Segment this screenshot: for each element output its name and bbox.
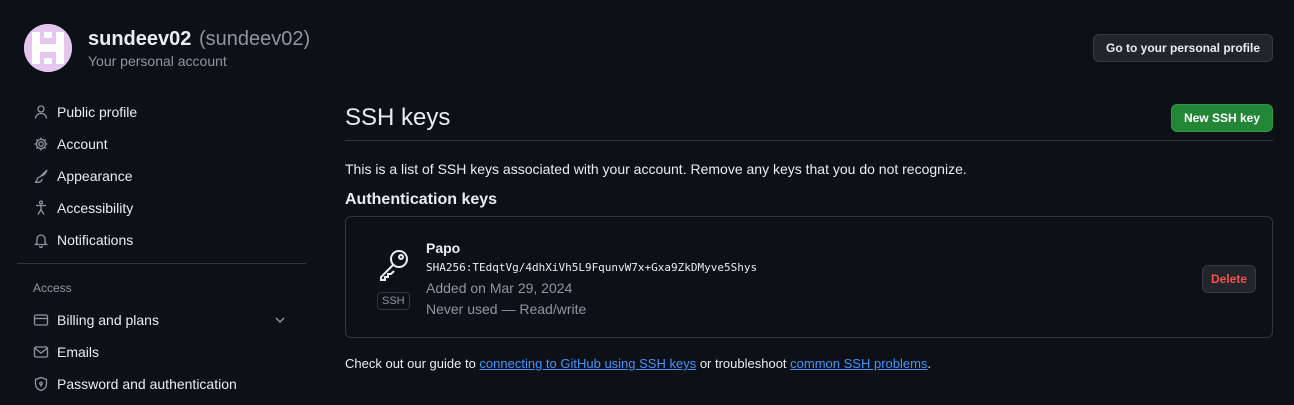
ssh-problems-link[interactable]: common SSH problems — [790, 356, 927, 371]
sidebar-item-label: Public profile — [57, 104, 138, 120]
page-title: SSH keys — [345, 104, 451, 131]
sidebar-item-public-profile[interactable]: Public profile — [17, 96, 306, 128]
key-icon — [377, 250, 411, 285]
key-info: Papo SHA256:TEdqtVg/4dhXiVh5L9FqunvW7x+G… — [426, 239, 757, 319]
authentication-keys-heading: Authentication keys — [345, 191, 498, 208]
chevron-down-icon[interactable] — [272, 312, 288, 328]
help-footer: Check out our guide to connecting to Git… — [345, 356, 1273, 371]
credit-card-icon — [33, 312, 49, 328]
shield-lock-icon — [33, 376, 49, 392]
sidebar-item-billing[interactable]: Billing and plans — [17, 304, 306, 336]
delete-key-button[interactable]: Delete — [1201, 265, 1256, 293]
sidebar-item-label: Password and authentication — [57, 376, 237, 392]
gear-icon — [33, 136, 49, 152]
user-handle: (sundeev02) — [198, 27, 311, 50]
sidebar-item-label: Account — [57, 136, 108, 152]
intro-text: This is a list of SSH keys associated wi… — [345, 161, 967, 177]
settings-sidebar: Public profile Account Appearance Access… — [17, 96, 306, 400]
ssh-keys-main: SSH keys New SSH key This is a list of S… — [345, 96, 1273, 371]
sidebar-divider — [17, 263, 306, 264]
footer-prefix: Check out our guide to — [345, 356, 480, 371]
sidebar-item-account[interactable]: Account — [17, 128, 306, 160]
avatar[interactable] — [24, 24, 72, 72]
mail-icon — [33, 344, 49, 360]
sidebar-item-label: Accessibility — [57, 200, 134, 216]
sidebar-item-accessibility[interactable]: Accessibility — [17, 192, 306, 224]
sidebar-item-label: Emails — [57, 344, 100, 360]
sidebar-item-appearance[interactable]: Appearance — [17, 160, 306, 192]
sidebar-item-label: Appearance — [57, 168, 133, 184]
key-name: Papo — [426, 240, 461, 256]
footer-middle: or troubleshoot — [696, 356, 791, 371]
personal-profile-button[interactable]: Go to your personal profile — [1092, 34, 1273, 62]
sidebar-item-emails[interactable]: Emails — [17, 336, 306, 368]
footer-suffix: . — [927, 356, 932, 371]
access-section-label: Access — [33, 281, 72, 295]
ssh-badge: SSH — [377, 292, 410, 310]
key-fingerprint: SHA256:TEdqtVg/4dhXiVh5L9FqunvW7x+Gxa9Zk… — [426, 261, 758, 274]
account-header: sundeev02 (sundeev02) Your personal acco… — [24, 24, 310, 72]
ssh-key-item: SSH Papo SHA256:TEdqtVg/4dhXiVh5L9FqunvW… — [345, 216, 1273, 338]
ssh-guide-link[interactable]: connecting to GitHub using SSH keys — [479, 356, 696, 371]
person-icon — [33, 104, 49, 120]
accessibility-icon — [33, 200, 49, 216]
sidebar-item-password-authentication[interactable]: Password and authentication — [17, 368, 306, 400]
new-ssh-key-button[interactable]: New SSH key — [1170, 104, 1273, 132]
sidebar-item-label: Billing and plans — [57, 312, 159, 328]
bell-icon — [33, 232, 49, 248]
key-added-date: Added on Mar 29, 2024 — [426, 280, 573, 296]
username[interactable]: sundeev02 — [88, 28, 191, 50]
sidebar-item-label: Notifications — [57, 232, 134, 248]
sidebar-item-notifications[interactable]: Notifications — [17, 224, 306, 256]
page-title-row: SSH keys New SSH key — [345, 96, 1273, 141]
paintbrush-icon — [33, 168, 49, 184]
account-subtitle: Your personal account — [88, 52, 227, 69]
key-usage: Never used — Read/write — [426, 301, 587, 317]
key-icon-container: SSH — [377, 247, 413, 310]
